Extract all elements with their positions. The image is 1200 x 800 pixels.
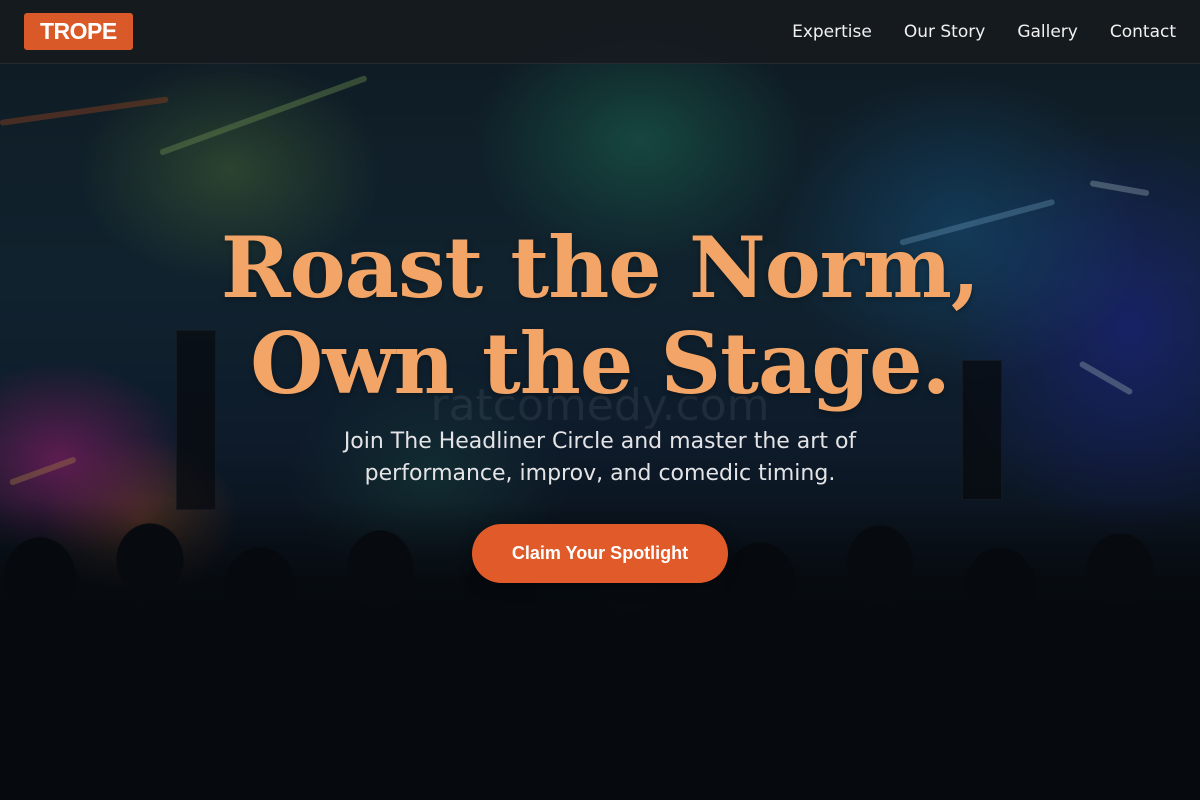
nav-link-gallery[interactable]: Gallery <box>1017 22 1078 42</box>
nav-links: Expertise Our Story Gallery Contact <box>792 22 1176 42</box>
claim-spotlight-button[interactable]: Claim Your Spotlight <box>472 524 728 583</box>
hero-title-line-2: Own the Stage. <box>250 314 951 413</box>
nav-link-our-story[interactable]: Our Story <box>904 22 985 42</box>
nav-link-contact[interactable]: Contact <box>1110 22 1176 42</box>
hero-title: Roast the Norm, Own the Stage. <box>220 218 980 413</box>
nav-link-expertise[interactable]: Expertise <box>792 22 872 42</box>
hero-section: Roast the Norm, Own the Stage. Join The … <box>0 220 1200 583</box>
hero-title-line-1: Roast the Norm, <box>220 218 980 317</box>
navbar: TROPE Expertise Our Story Gallery Contac… <box>0 0 1200 64</box>
hero-subtitle: Join The Headliner Circle and master the… <box>343 429 857 486</box>
brand-logo[interactable]: TROPE <box>24 13 133 50</box>
